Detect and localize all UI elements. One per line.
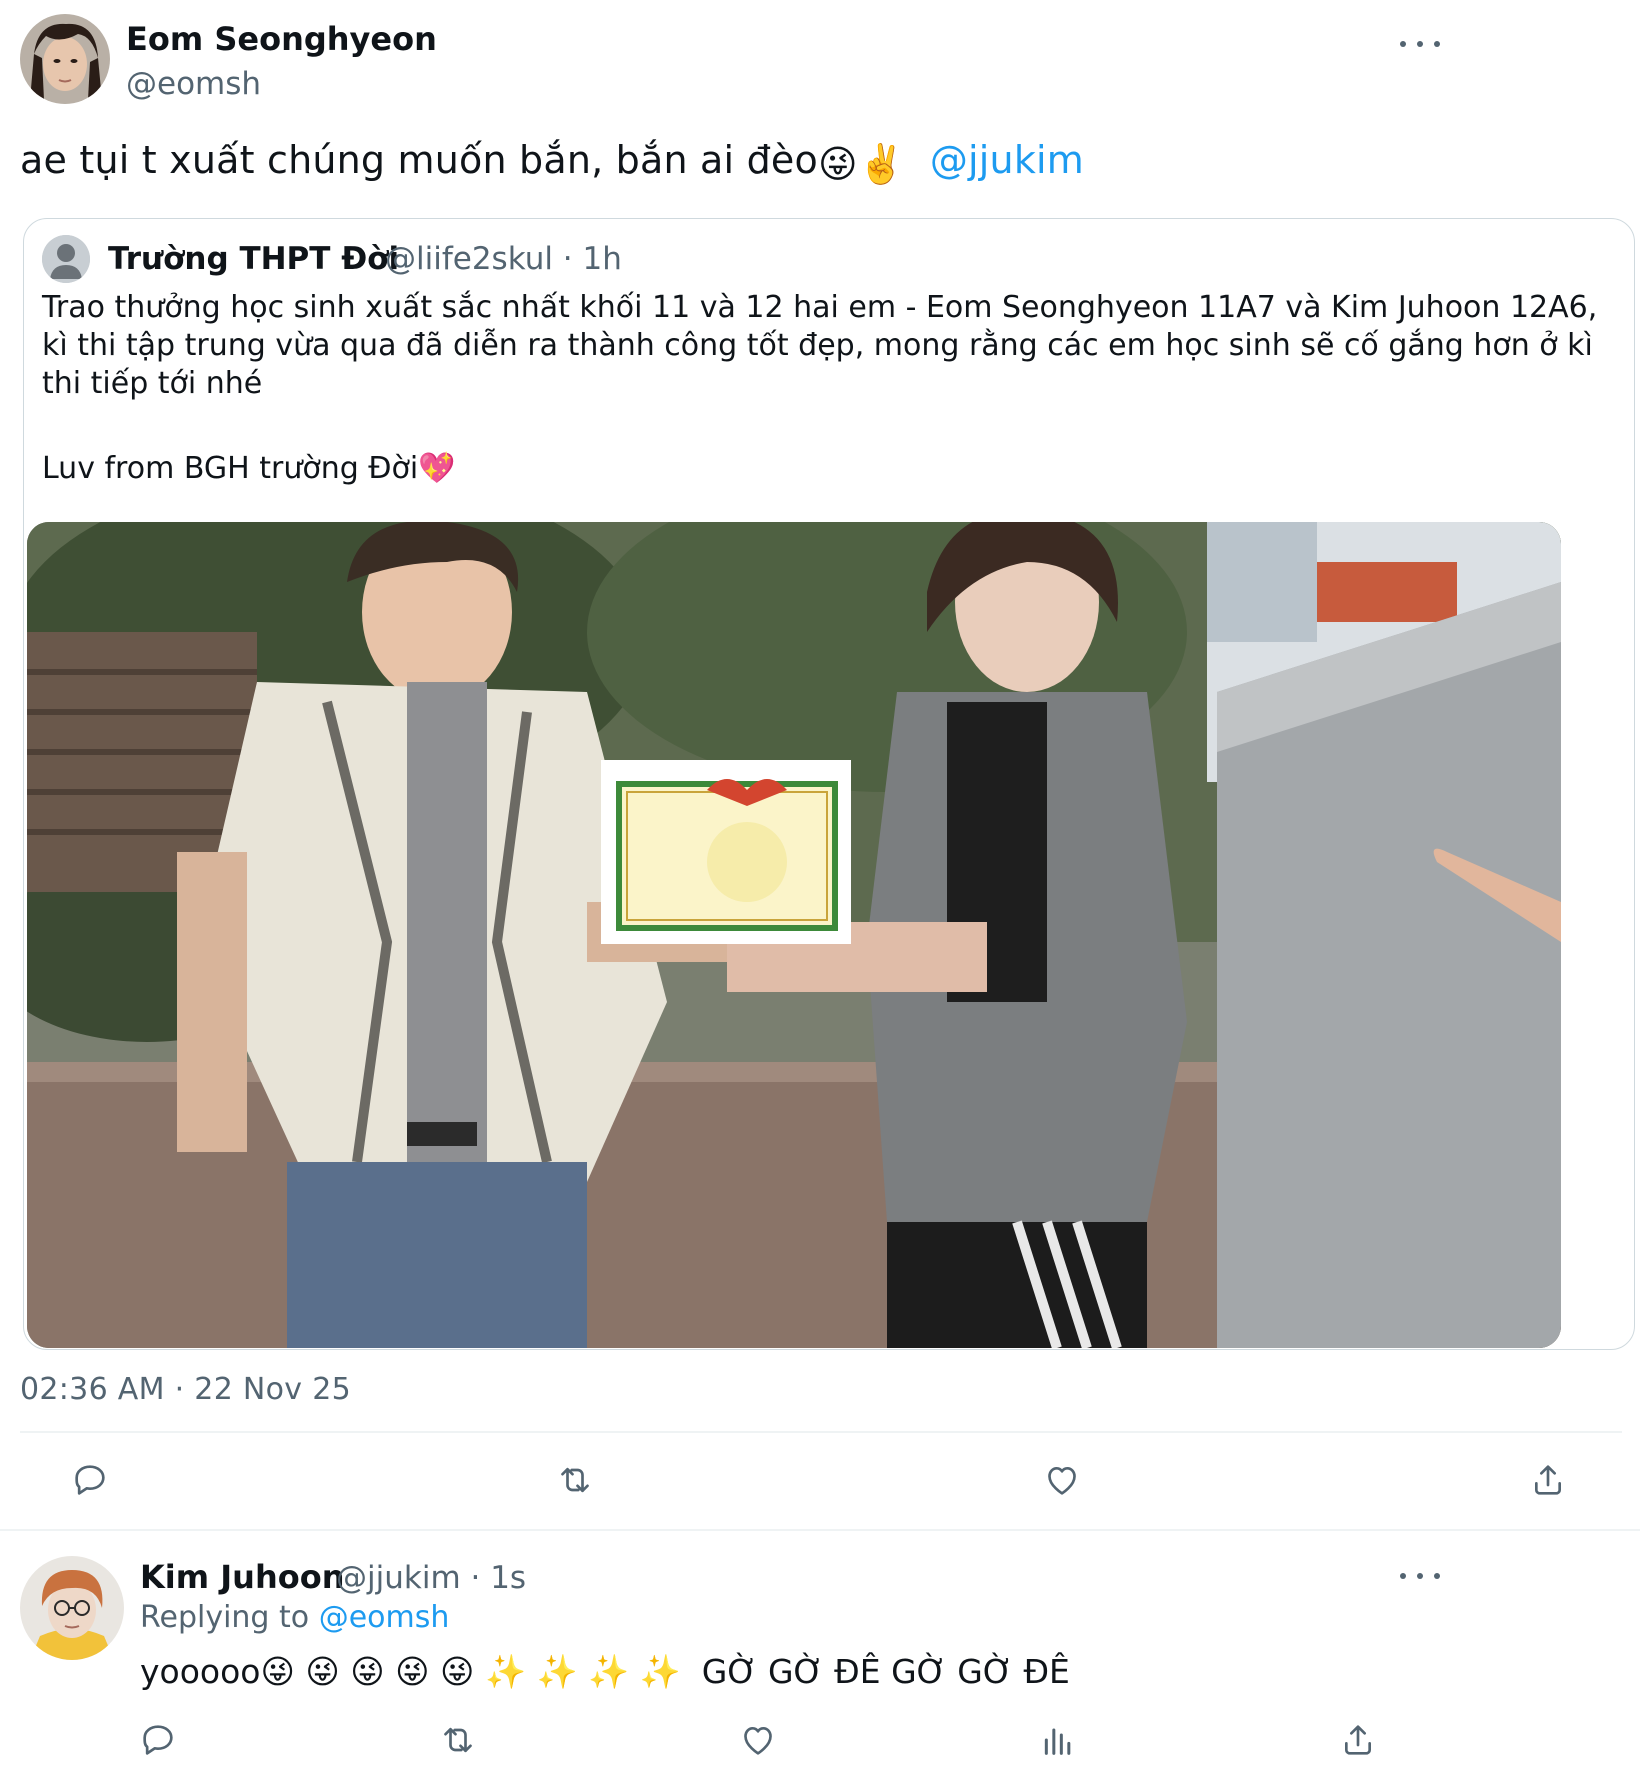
mention-link[interactable]: @jjukim [930, 138, 1084, 182]
tweet-timestamp[interactable]: 02:36 AM · 22 Nov 25 [20, 1372, 351, 1407]
more-icon[interactable] [1400, 34, 1440, 54]
like-button[interactable] [734, 1716, 782, 1764]
quoted-author-name[interactable]: Trường THPT Đời [108, 241, 399, 277]
author-handle[interactable]: @eomsh [126, 66, 261, 102]
reply-author-avatar[interactable] [20, 1556, 124, 1660]
tweet-text-body: ae tụi t xuất chúng muốn bắn, bắn ai đèo [20, 138, 818, 182]
retweet-icon [444, 1727, 472, 1753]
quoted-tweet-text: Trao thưởng học sinh xuất sắc nhất khối … [42, 289, 1602, 403]
share-icon [1535, 1465, 1561, 1495]
reply-text-suffix: GỜ GỜ ĐÊ GỜ GỜ ĐÊ [701, 1652, 1070, 1691]
default-user-icon [42, 235, 90, 283]
heart-emoji: 💖 [418, 451, 456, 486]
retweet-icon [561, 1467, 589, 1493]
heart-icon [1048, 1467, 1076, 1495]
winking-tongue-emoji: 😜 [817, 142, 858, 186]
reply-text: yooooo😜 😜 😜 😜 😜 ✨ ✨ ✨ ✨ GỜ GỜ ĐÊ GỜ GỜ Đ… [140, 1652, 1070, 1692]
like-button[interactable] [1038, 1456, 1086, 1504]
quoted-tweet-body: Trao thưởng học sinh xuất sắc nhất khối … [42, 290, 1598, 401]
signoff-text: Luv from BGH trường Đời [42, 451, 419, 486]
quoted-tweet[interactable]: Trường THPT Đời @liife2skul · 1h Trao th… [23, 218, 1635, 1350]
reply-button[interactable] [134, 1716, 182, 1764]
views-button[interactable] [1034, 1716, 1082, 1764]
views-icon [1044, 1728, 1071, 1755]
quoted-tweet-signoff: Luv from BGH trường Đời💖 [42, 451, 456, 486]
reply-text-prefix: yooooo [140, 1652, 261, 1691]
retweet-button[interactable] [434, 1716, 482, 1764]
divider [20, 1431, 1622, 1433]
retweet-button[interactable] [551, 1456, 599, 1504]
avatar-photo [20, 1556, 124, 1660]
photo-illustration [27, 522, 1561, 1348]
reply-author-name[interactable]: Kim Juhoon [140, 1558, 344, 1596]
reply-button[interactable] [66, 1456, 114, 1504]
avatar-photo [20, 14, 110, 104]
share-icon [1345, 1725, 1371, 1755]
reply-icon [75, 1465, 105, 1495]
reply-icon [143, 1725, 173, 1755]
share-button[interactable] [1334, 1716, 1382, 1764]
divider [0, 1529, 1640, 1531]
author-avatar[interactable] [20, 14, 110, 104]
tweet-text: ae tụi t xuất chúng muốn bắn, bắn ai đèo… [20, 138, 1084, 187]
reply-text-emojis: 😜 😜 😜 😜 😜 ✨ ✨ ✨ ✨ [260, 1652, 681, 1691]
quoted-author-handle[interactable]: @liife2skul · 1h [385, 241, 622, 277]
share-button[interactable] [1524, 1456, 1572, 1504]
heart-icon [744, 1727, 772, 1755]
victory-hand-emoji: ✌️ [857, 142, 906, 186]
replying-to-label: Replying to [140, 1600, 310, 1635]
more-icon[interactable] [1400, 1566, 1440, 1586]
reply-author-handle[interactable]: @jjukim · 1s [336, 1560, 526, 1596]
replying-to: Replying to @eomsh [140, 1600, 449, 1635]
author-name[interactable]: Eom Seonghyeon [126, 20, 437, 58]
replying-to-mention[interactable]: @eomsh [319, 1600, 450, 1635]
quoted-tweet-photo[interactable] [27, 522, 1561, 1348]
quoted-author-avatar[interactable] [42, 235, 90, 283]
